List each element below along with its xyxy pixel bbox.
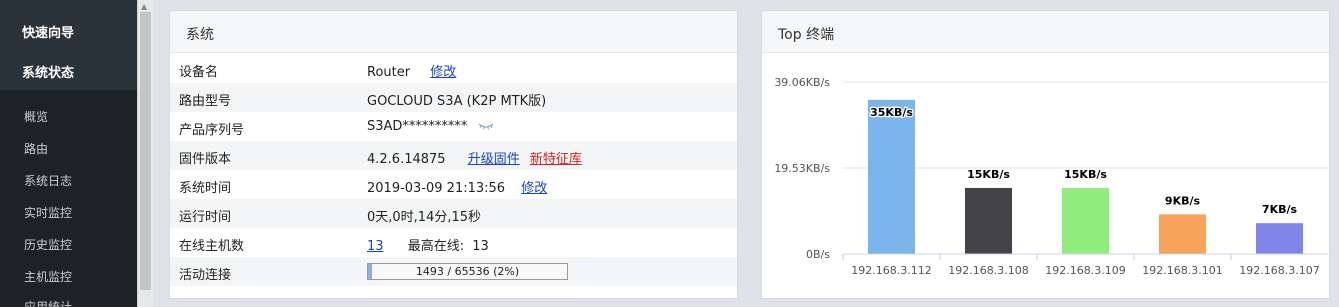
- sidebar-item-host-monitor[interactable]: 主机监控: [24, 268, 72, 285]
- bar-data-label: 15KB/s: [1064, 168, 1107, 181]
- y-tick-label: 0B/s: [806, 248, 830, 261]
- chart-bar: [868, 99, 915, 254]
- sidebar-item-realtime-monitor[interactable]: 实时监控: [24, 204, 72, 221]
- firmware-label: 固件版本: [179, 152, 232, 167]
- device-name-label: 设备名: [179, 65, 219, 80]
- row-serial: 产品序列号 S3AD**********: [170, 112, 737, 141]
- uptime-value: 0天,0时,14分,15秒: [367, 210, 482, 225]
- row-active-connections: 活动连接 1493 / 65536 (2%): [170, 257, 737, 286]
- sidebar-item-quick-wizard[interactable]: 快速向导: [22, 22, 74, 41]
- active-connections-label: 活动连接: [179, 268, 232, 283]
- bar-data-label: 15KB/s: [967, 168, 1010, 181]
- connections-progress-bar: 1493 / 65536 (2%): [367, 263, 568, 280]
- show-serial-eye-icon[interactable]: [478, 119, 494, 134]
- device-name-value-group: Router 修改: [367, 61, 456, 80]
- system-panel-header: 系统: [170, 11, 737, 53]
- sidebar-scrollbar[interactable]: ▲: [137, 0, 153, 307]
- connections-progress-text: 1493 / 65536 (2%): [415, 265, 520, 278]
- row-device-name: 设备名 Router 修改: [170, 54, 737, 83]
- online-hosts-value-group: 13 最高在线: 13: [367, 235, 489, 254]
- scrollbar-thumb[interactable]: [140, 12, 151, 290]
- serial-value-group: S3AD**********: [367, 119, 494, 134]
- online-hosts-link[interactable]: 13: [367, 239, 384, 254]
- sidebar-item-app-stats[interactable]: 应用统计: [24, 298, 72, 307]
- x-category-label: 192.168.3.101: [1142, 264, 1222, 277]
- firmware-value: 4.2.6.14875: [367, 152, 446, 167]
- uptime-label: 运行时间: [179, 210, 232, 225]
- x-category-label: 192.168.3.109: [1045, 264, 1125, 277]
- x-category-label: 192.168.3.107: [1239, 264, 1319, 277]
- sidebar: 快速向导 系统状态 概览 路由 系统日志 实时监控 历史监控 主机监控 应用统计: [0, 0, 137, 307]
- bar-data-label: 9KB/s: [1165, 194, 1201, 207]
- bar-data-label: 35KB/s: [870, 106, 913, 119]
- upgrade-firmware-link[interactable]: 升级固件: [468, 152, 520, 167]
- row-uptime: 运行时间 0天,0时,14分,15秒: [170, 199, 737, 228]
- chart-bar: [965, 187, 1012, 254]
- top-terminals-panel: Top 终端 39.06KB/s 19.53KB/s 0B/s 35KB/s 192.1…: [761, 10, 1330, 299]
- sidebar-item-system-log[interactable]: 系统日志: [24, 172, 72, 189]
- edit-device-name-link[interactable]: 修改: [430, 65, 456, 80]
- y-tick-label: 19.53KB/s: [774, 162, 830, 175]
- scroll-up-arrow-icon[interactable]: ▲: [141, 2, 147, 11]
- system-panel-title: 系统: [186, 27, 214, 43]
- chart-bar: [1062, 187, 1109, 254]
- top-terminals-chart: 39.06KB/s 19.53KB/s 0B/s 35KB/s 192.168.3.11…: [774, 76, 1328, 277]
- row-online-hosts: 在线主机数 13 最高在线: 13: [170, 228, 737, 257]
- edit-time-link[interactable]: 修改: [521, 181, 547, 196]
- row-firmware: 固件版本 4.2.6.14875 升级固件 新特征库: [170, 141, 737, 170]
- system-panel: 系统 设备名 Router 修改 路由型号 GOCLOUD S3A (K2P M…: [169, 10, 738, 299]
- y-tick-label: 39.06KB/s: [774, 76, 830, 89]
- system-time-value-group: 2019-03-09 21:13:56 修改: [367, 177, 547, 196]
- online-hosts-label: 在线主机数: [179, 239, 245, 254]
- top-terminals-header: Top 终端: [762, 11, 1329, 53]
- sidebar-item-routing[interactable]: 路由: [24, 140, 48, 157]
- row-system-time: 系统时间 2019-03-09 21:13:56 修改: [170, 170, 737, 199]
- x-category-label: 192.168.3.108: [948, 264, 1028, 277]
- system-time-value: 2019-03-09 21:13:56: [367, 181, 506, 196]
- max-online-label: 最高在线:: [407, 239, 465, 254]
- device-name-value: Router: [367, 65, 411, 80]
- serial-value: S3AD**********: [367, 119, 468, 134]
- row-model: 路由型号 GOCLOUD S3A (K2P MTK版): [170, 83, 737, 112]
- sidebar-item-overview[interactable]: 概览: [24, 108, 48, 125]
- max-online-value: 13: [472, 239, 489, 254]
- serial-label: 产品序列号: [179, 123, 245, 138]
- model-value: GOCLOUD S3A (K2P MTK版): [367, 94, 547, 109]
- firmware-value-group: 4.2.6.14875 升级固件 新特征库: [367, 148, 582, 167]
- sidebar-item-system-status[interactable]: 系统状态: [22, 62, 74, 81]
- model-label: 路由型号: [179, 94, 232, 109]
- x-category-label: 192.168.3.112: [851, 264, 931, 277]
- top-terminals-title: Top 终端: [778, 27, 835, 43]
- chart-bar: [1256, 223, 1303, 254]
- bar-data-label: 7KB/s: [1262, 203, 1298, 216]
- system-time-label: 系统时间: [179, 181, 232, 196]
- chart-bar: [1159, 214, 1206, 254]
- new-signature-link[interactable]: 新特征库: [530, 152, 582, 167]
- sidebar-item-history-monitor[interactable]: 历史监控: [24, 236, 72, 253]
